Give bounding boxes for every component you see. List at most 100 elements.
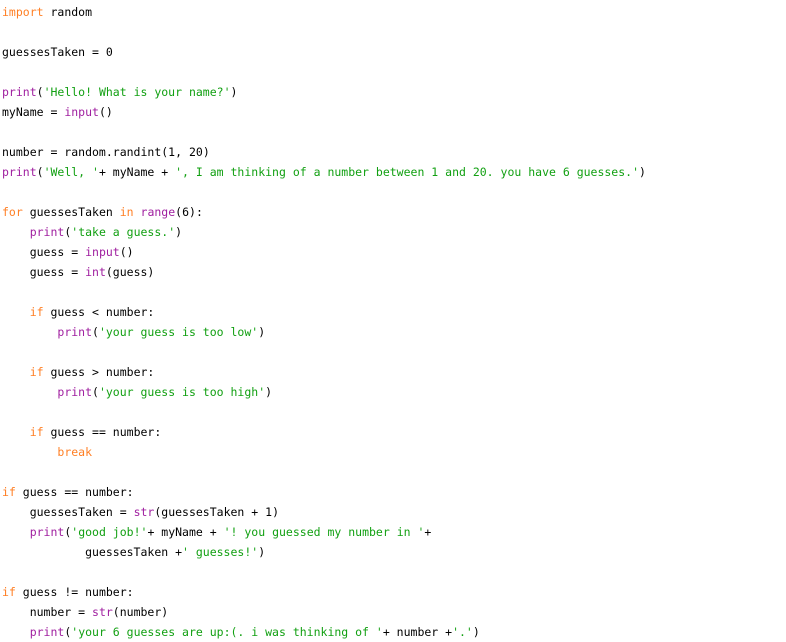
code-token-plain: number = random.randint(: [2, 145, 169, 159]
code-token-builtin: range: [140, 205, 176, 219]
code-line: print('your 6 guesses are up:(. i was th…: [2, 622, 786, 642]
code-token-plain: guess =: [2, 245, 86, 259]
code-token-string: ' guesses!': [182, 545, 259, 559]
code-token-punct: ): [258, 545, 266, 559]
code-token-punct: (: [36, 165, 44, 179]
code-token-punct: (: [92, 325, 99, 339]
code-token-builtin: int: [85, 265, 106, 279]
code-line: break: [2, 442, 786, 462]
code-line: guessesTaken +' guesses!'): [2, 542, 786, 562]
code-line: if guess > number:: [2, 362, 786, 382]
code-token-plain: guess < number:: [43, 305, 155, 319]
code-line: if guess == number:: [2, 422, 786, 442]
code-token-punct: (: [92, 385, 99, 399]
code-line: guessesTaken = 0: [2, 42, 786, 62]
code-token-plain: (guessesTaken +: [154, 505, 266, 519]
code-token-plain: guess =: [2, 265, 86, 279]
code-token-plain: myName =: [2, 105, 65, 119]
code-token-string: ', I am thinking of a number between 1 a…: [175, 165, 640, 179]
code-line: guess = input(): [2, 242, 786, 262]
code-line: if guess < number:: [2, 302, 786, 322]
code-line: print('Hello! What is your name?'): [2, 82, 786, 102]
code-line: print('good job!'+ myName + '! you guess…: [2, 522, 786, 542]
code-token-string: '! you guessed my number in ': [223, 525, 425, 539]
code-token-number: 0: [105, 45, 113, 59]
code-token-punct: (guess): [105, 265, 155, 279]
code-token-keyword: in: [119, 205, 134, 219]
code-token-plain: + myName +: [147, 525, 224, 539]
code-token-string: 'take a guess.': [71, 225, 176, 239]
code-token-punct: (): [119, 245, 134, 259]
code-token-number: 20: [188, 145, 203, 159]
code-token-plain: guessesTaken +: [2, 545, 183, 559]
code-token-builtin: print: [2, 165, 37, 179]
code-token-punct: ): [639, 165, 646, 179]
code-token-string: 'good job!': [71, 525, 148, 539]
code-line: number = str(number): [2, 602, 786, 622]
code-token-plain: ,: [175, 145, 189, 159]
code-token-keyword: if: [29, 365, 44, 379]
code-line: if guess == number:: [2, 482, 786, 502]
code-token-plain: guess == number:: [15, 485, 134, 499]
code-line: for guessesTaken in range(6):: [2, 202, 786, 222]
code-token-keyword: break: [57, 445, 93, 459]
code-token-plain: number =: [2, 605, 93, 619]
code-line: print('take a guess.'): [2, 222, 786, 242]
code-token-string: '.': [452, 625, 473, 639]
code-line: if guess != number:: [2, 582, 786, 602]
code-token-punct: ):: [189, 205, 203, 219]
code-token-plain: guess == number:: [43, 425, 162, 439]
code-token-keyword: for: [2, 205, 23, 219]
code-token-punct: (): [98, 105, 113, 119]
code-line: number = random.randint(1, 20): [2, 142, 786, 162]
code-token-plain: guess > number:: [43, 365, 155, 379]
code-token-builtin: print: [29, 525, 65, 539]
code-token-keyword: if: [29, 305, 44, 319]
code-token-punct: ): [230, 85, 238, 99]
code-token-punct: (number): [112, 605, 169, 619]
code-token-builtin: str: [92, 605, 113, 619]
code-listing[interactable]: import random guessesTaken = 0 print('He…: [0, 0, 786, 642]
code-token-keyword: import: [2, 5, 44, 19]
code-line: print('your guess is too low'): [2, 322, 786, 342]
code-token-plain: + myName +: [98, 165, 176, 179]
code-token-string: 'your guess is too low': [98, 325, 259, 339]
code-token-punct: (: [36, 85, 44, 99]
code-line: guessesTaken = str(guessesTaken + 1): [2, 502, 786, 522]
code-token-number: 6: [182, 205, 190, 219]
code-line: print('your guess is too high'): [2, 382, 786, 402]
code-token-builtin: str: [133, 505, 155, 519]
code-token-punct: ): [472, 625, 480, 639]
code-line: guess = int(guess): [2, 262, 786, 282]
code-token-plain: guessesTaken =: [2, 45, 106, 59]
code-token-punct: ): [175, 225, 183, 239]
code-token-keyword: if: [29, 425, 44, 439]
code-token-builtin: input: [64, 105, 99, 119]
code-token-plain: guessesTaken =: [2, 505, 134, 519]
code-token-string: 'Hello! What is your name?': [43, 85, 231, 99]
code-token-plain: +: [424, 525, 432, 539]
code-token-punct: ): [202, 145, 210, 159]
code-token-keyword: if: [2, 485, 16, 499]
code-token-builtin: print: [29, 625, 65, 639]
code-token-punct: ): [272, 505, 279, 519]
code-token-string: 'Well, ': [43, 165, 99, 179]
code-token-string: 'your guess is too high': [98, 385, 266, 399]
